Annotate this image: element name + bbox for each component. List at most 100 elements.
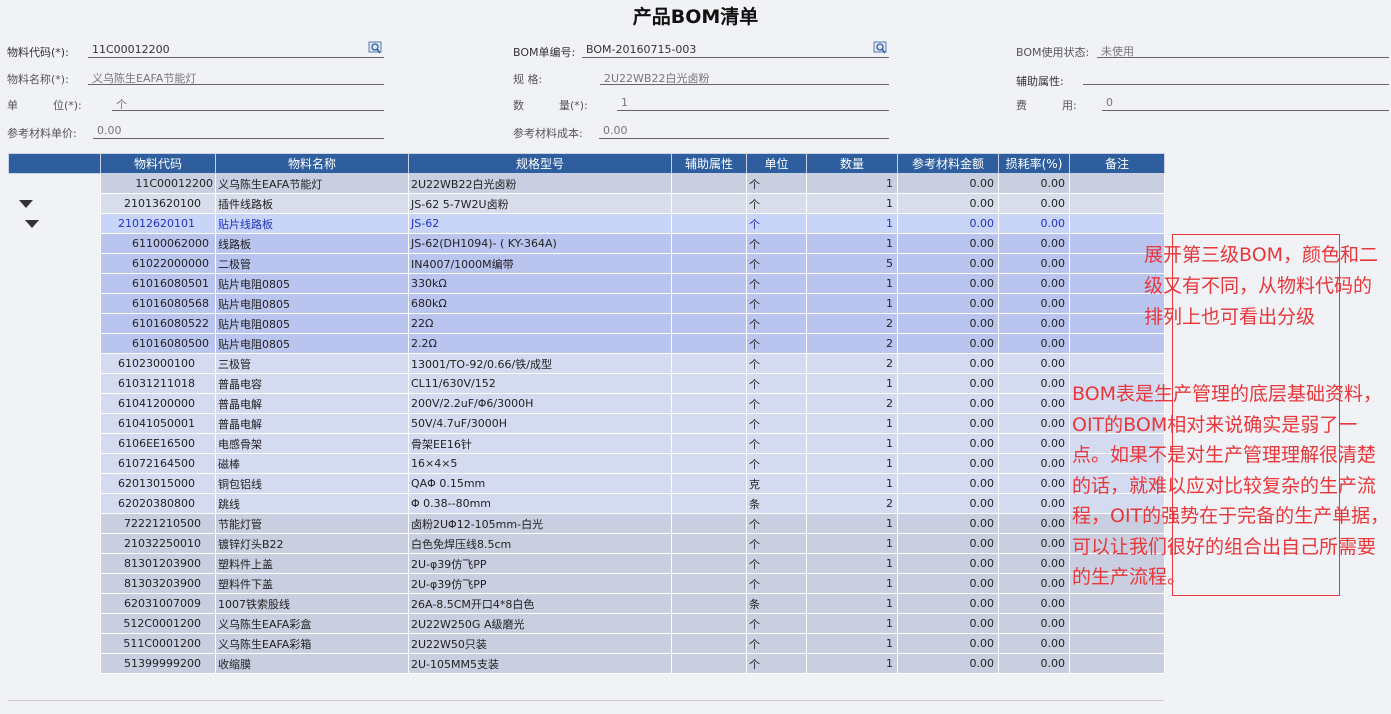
cell-unit[interactable]: 个	[746, 513, 807, 534]
cell-amt[interactable]: 0.00	[897, 553, 999, 574]
cell-qty[interactable]: 1	[806, 173, 898, 194]
cell-code[interactable]: 72221210500	[100, 513, 216, 534]
cell-code[interactable]: 61022000000	[100, 253, 216, 274]
cell-loss[interactable]: 0.00	[998, 493, 1070, 514]
cell-amt[interactable]: 0.00	[897, 513, 999, 534]
cell-aux[interactable]	[671, 593, 747, 614]
cell-aux[interactable]	[671, 653, 747, 674]
cell-qty[interactable]: 2	[806, 353, 898, 374]
cell-qty[interactable]: 1	[806, 473, 898, 494]
cell-name[interactable]: 铜包铝线	[215, 473, 409, 494]
column-header-spec[interactable]: 规格型号	[408, 153, 672, 174]
search-lookup-icon[interactable]	[873, 41, 887, 55]
cell-spec[interactable]: 26A-8.5CM开口4*8白色	[408, 593, 672, 614]
cell-spec[interactable]: 卤粉2UΦ12-105mm-白光	[408, 513, 672, 534]
material-code-field[interactable]: 11C00012200	[88, 41, 384, 58]
cell-unit[interactable]: 个	[746, 613, 807, 634]
cell-spec[interactable]: 330kΩ	[408, 273, 672, 294]
cell-code[interactable]: 61016080501	[100, 273, 216, 294]
cell-name[interactable]: 二极管	[215, 253, 409, 274]
cell-aux[interactable]	[671, 493, 747, 514]
cell-name[interactable]: 跳线	[215, 493, 409, 514]
cell-unit[interactable]: 个	[746, 293, 807, 314]
cell-aux[interactable]	[671, 553, 747, 574]
fee-field[interactable]: 0	[1102, 96, 1389, 111]
cell-qty[interactable]: 1	[806, 433, 898, 454]
cell-unit[interactable]: 个	[746, 193, 807, 214]
cell-spec[interactable]: 白色免焊压线8.5cm	[408, 533, 672, 554]
cell-loss[interactable]: 0.00	[998, 193, 1070, 214]
table-row[interactable]: 21012620101 贴片线路板 JS-62 个 1 0.00 0.00	[8, 213, 1165, 234]
cell-name[interactable]: 义乌陈生EAFA节能灯	[215, 173, 409, 194]
cell-spec[interactable]: 2U22WB22白光卤粉	[408, 173, 672, 194]
cell-unit[interactable]: 个	[746, 533, 807, 554]
cell-unit[interactable]: 个	[746, 333, 807, 354]
cell-aux[interactable]	[671, 613, 747, 634]
cell-aux[interactable]	[671, 273, 747, 294]
cell-unit[interactable]: 个	[746, 273, 807, 294]
cell-qty[interactable]: 1	[806, 573, 898, 594]
cell-unit[interactable]: 个	[746, 373, 807, 394]
cell-qty[interactable]: 2	[806, 493, 898, 514]
cell-qty[interactable]: 1	[806, 653, 898, 674]
cell-loss[interactable]: 0.00	[998, 413, 1070, 434]
cell-qty[interactable]: 1	[806, 233, 898, 254]
cell-loss[interactable]: 0.00	[998, 253, 1070, 274]
cell-code[interactable]: 61041200000	[100, 393, 216, 414]
table-row[interactable]: 81301203900 塑料件上盖 2U-φ39仿飞PP 个 1 0.00 0.00	[8, 553, 1165, 574]
table-row[interactable]: 61016080568 贴片电阻0805 680kΩ 个 1 0.00 0.00	[8, 293, 1165, 314]
cell-amt[interactable]: 0.00	[897, 373, 999, 394]
column-header-qty[interactable]: 数量	[806, 153, 898, 174]
cell-amt[interactable]: 0.00	[897, 573, 999, 594]
cell-name[interactable]: 贴片线路板	[215, 213, 409, 234]
cell-code[interactable]: 61016080500	[100, 333, 216, 354]
column-header-note[interactable]: 备注	[1069, 153, 1165, 174]
cell-spec[interactable]: JS-62	[408, 213, 672, 234]
cell-aux[interactable]	[671, 413, 747, 434]
cell-loss[interactable]: 0.00	[998, 433, 1070, 454]
cell-spec[interactable]: 680kΩ	[408, 293, 672, 314]
cell-aux[interactable]	[671, 433, 747, 454]
cell-spec[interactable]: JS-62 5-7W2U卤粉	[408, 193, 672, 214]
cell-spec[interactable]: 22Ω	[408, 313, 672, 334]
table-row[interactable]: 62013015000 铜包铝线 QAΦ 0.15mm 克 1 0.00 0.00	[8, 473, 1165, 494]
cell-amt[interactable]: 0.00	[897, 333, 999, 354]
cell-name[interactable]: 插件线路板	[215, 193, 409, 214]
cell-name[interactable]: 节能灯管	[215, 513, 409, 534]
cell-unit[interactable]: 个	[746, 393, 807, 414]
table-row[interactable]: 21032250010 镀锌灯头B22 白色免焊压线8.5cm 个 1 0.00 0.00	[8, 533, 1165, 554]
cell-unit[interactable]: 克	[746, 473, 807, 494]
cell-code[interactable]: 61031211018	[100, 373, 216, 394]
cell-amt[interactable]: 0.00	[897, 253, 999, 274]
cell-code[interactable]: 6106EE16500	[100, 433, 216, 454]
cell-code[interactable]: 61016080568	[100, 293, 216, 314]
column-header-loss[interactable]: 损耗率(%)	[998, 153, 1070, 174]
cell-aux[interactable]	[671, 293, 747, 314]
cell-qty[interactable]: 1	[806, 513, 898, 534]
cell-code[interactable]: 62020380800	[100, 493, 216, 514]
cell-name[interactable]: 贴片电阻0805	[215, 333, 409, 354]
cell-note[interactable]	[1069, 173, 1165, 194]
cell-note[interactable]	[1069, 653, 1165, 674]
cell-code[interactable]: 61100062000	[100, 233, 216, 254]
cell-code[interactable]: 81303203900	[100, 573, 216, 594]
cell-qty[interactable]: 1	[806, 413, 898, 434]
cell-note[interactable]	[1069, 353, 1165, 374]
cell-unit[interactable]: 个	[746, 173, 807, 194]
cell-amt[interactable]: 0.00	[897, 173, 999, 194]
cell-name[interactable]: 贴片电阻0805	[215, 293, 409, 314]
cell-qty[interactable]: 1	[806, 273, 898, 294]
table-row[interactable]: 61072164500 磁棒 16×4×5 个 1 0.00 0.00	[8, 453, 1165, 474]
table-row[interactable]: 51399999200 收缩膜 2U-105MM5支装个 1 0.00 0.00	[8, 653, 1165, 674]
cell-qty[interactable]: 1	[806, 553, 898, 574]
cell-name[interactable]: 贴片电阻0805	[215, 313, 409, 334]
cell-amt[interactable]: 0.00	[897, 593, 999, 614]
table-row[interactable]: 61041050001 普晶电解 50V/4.7uF/3000H 个 1 0.00 0.00	[8, 413, 1165, 434]
cell-name[interactable]: 电感骨架	[215, 433, 409, 454]
column-header-aux[interactable]: 辅助属性	[671, 153, 747, 174]
cell-note[interactable]	[1069, 633, 1165, 654]
cell-qty[interactable]: 1	[806, 533, 898, 554]
cell-spec[interactable]: QAΦ 0.15mm	[408, 473, 672, 494]
cell-code[interactable]: 21012620101	[100, 213, 216, 234]
cell-spec[interactable]: Φ 0.38--80mm	[408, 493, 672, 514]
